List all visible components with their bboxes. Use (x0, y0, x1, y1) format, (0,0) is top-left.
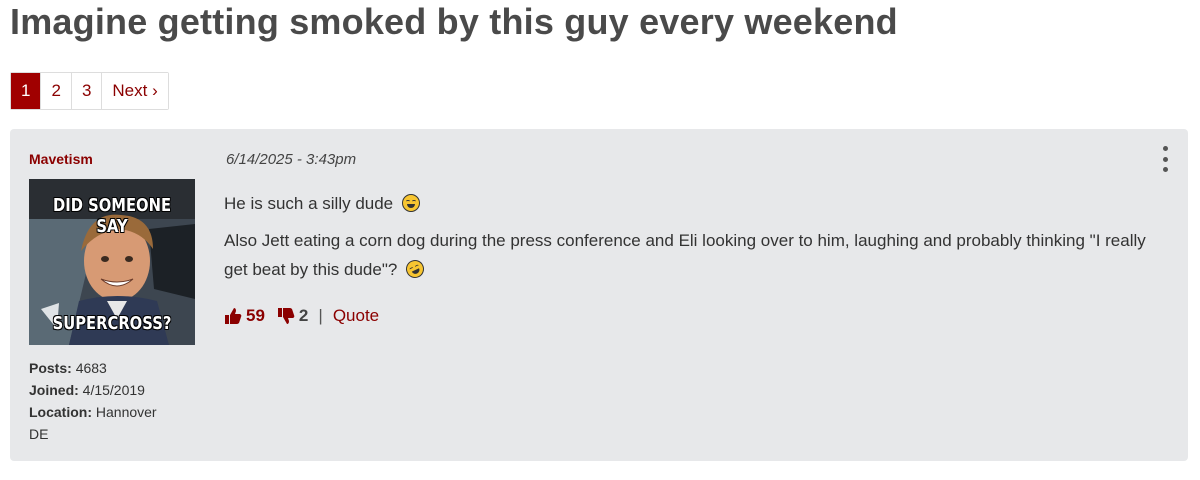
pagination: 1 2 3 Next › (10, 72, 169, 110)
upvote-count: 59 (246, 306, 265, 325)
post-paragraph-1-text: He is such a silly dude (224, 194, 394, 213)
stat-location-label: Location: (29, 404, 92, 420)
post-paragraph: He is such a silly dude (224, 189, 1164, 218)
stat-joined: Joined: 4/15/2019 (29, 379, 179, 401)
post-reactions: 59 2 | Quote (224, 306, 379, 326)
thread-title: Imagine getting smoked by this guy every… (10, 1, 898, 42)
post-author[interactable]: Mavetism (29, 151, 93, 167)
post-card: Mavetism 6/14/2025 - 3:43pm DID SOMEONE … (10, 129, 1188, 461)
post-paragraph-2-text: Also Jett eating a corn dog during the p… (224, 231, 1146, 279)
reaction-separator: | (318, 306, 323, 325)
thumbs-down-icon (277, 308, 295, 324)
user-stats: Posts: 4683 Joined: 4/15/2019 Location: … (29, 357, 179, 445)
grinning-sweat-emoji-icon (401, 194, 420, 212)
downvote-count: 2 (298, 306, 309, 325)
post-timestamp: 6/14/2025 - 3:43pm (226, 151, 357, 168)
quote-button[interactable]: Quote (333, 306, 379, 326)
avatar-caption-top: DID SOMEONE SAY (52, 195, 172, 237)
downvote-button[interactable]: 2 (277, 306, 308, 326)
stat-location: Location: Hannover DE (29, 401, 179, 445)
page-link-1[interactable]: 1 (11, 73, 41, 109)
stat-posts: Posts: 4683 (29, 357, 179, 379)
page-link-3[interactable]: 3 (70, 73, 102, 109)
page-link-2[interactable]: 2 (40, 73, 71, 109)
thumbs-up-icon (225, 308, 242, 324)
next-page-link[interactable]: Next › (101, 73, 168, 109)
stat-posts-value: 4683 (75, 360, 107, 376)
stat-joined-value: 4/15/2019 (82, 382, 145, 398)
upvote-button[interactable]: 59 (224, 306, 265, 326)
avatar-caption-bottom: SUPERCROSS? (52, 313, 172, 334)
stat-joined-label: Joined: (29, 382, 79, 398)
avatar[interactable]: DID SOMEONE SAY SUPERCROSS? (29, 179, 195, 345)
post-body: He is such a silly dude Also Jett eating… (224, 189, 1164, 292)
stat-posts-label: Posts: (29, 360, 72, 376)
more-options-icon[interactable] (1159, 146, 1171, 172)
rofl-emoji-icon (403, 257, 428, 281)
post-paragraph: Also Jett eating a corn dog during the p… (224, 226, 1164, 284)
